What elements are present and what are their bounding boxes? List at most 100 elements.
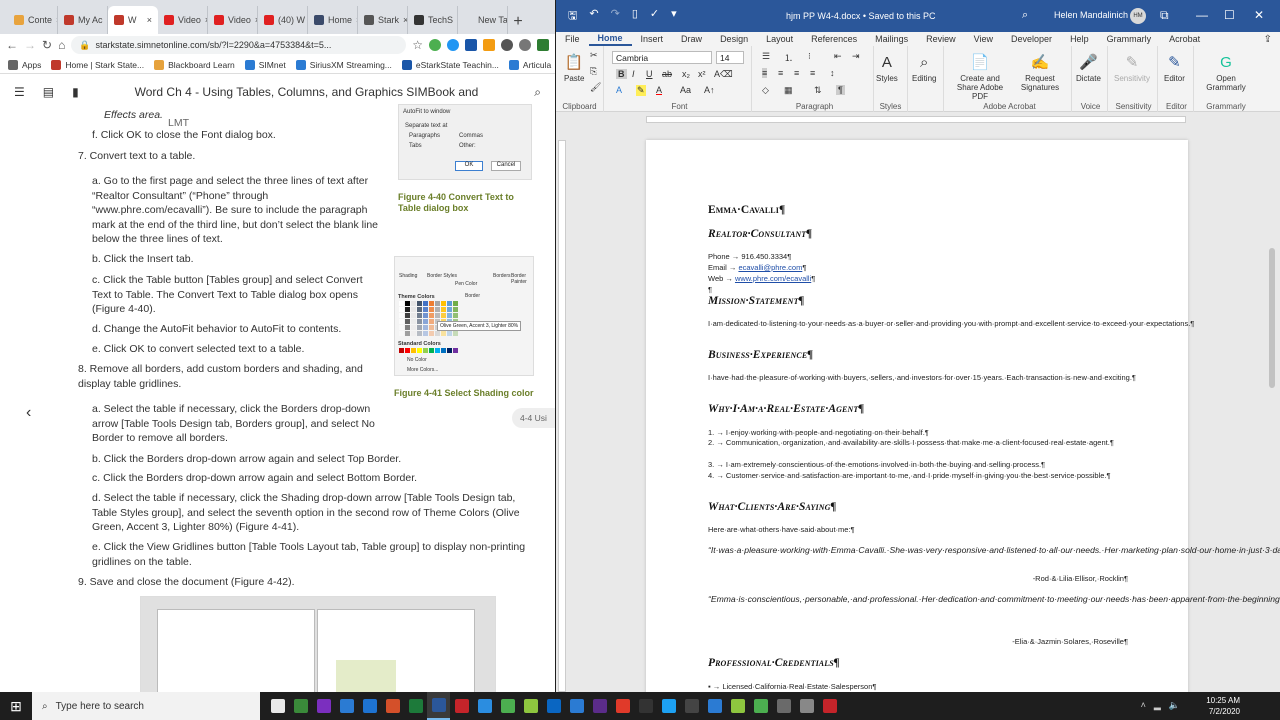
reload-icon[interactable]: ↻ [42,38,52,52]
increase-indent-icon[interactable]: ⇥ [852,51,860,62]
decrease-indent-icon[interactable]: ⇤ [834,51,842,62]
browser-tab[interactable]: Video× [208,6,258,34]
close-tab-icon[interactable]: × [147,15,152,25]
side-note-tab[interactable]: 4-4 Usi [512,408,555,428]
new-doc-icon[interactable]: ▯ [632,7,638,26]
ribbon-tab-developer[interactable]: Developer [1002,32,1061,46]
ribbon-tab-home[interactable]: Home [588,32,632,46]
save-icon[interactable]: 🖫 [568,7,577,26]
ribbon-tab-draw[interactable]: Draw [672,32,711,46]
underline-button[interactable]: U [646,69,653,79]
previous-page-arrow[interactable]: ‹ [26,404,31,422]
italic-button[interactable]: I [632,69,635,79]
taskbar-app-icon[interactable] [404,692,427,720]
search-icon[interactable]: ⌕ [1022,9,1028,22]
taskbar-app-icon[interactable] [496,692,519,720]
text-effects-icon[interactable]: A [616,85,622,95]
scrollbar-thumb[interactable] [1269,248,1275,388]
taskbar-app-icon[interactable] [680,692,703,720]
superscript-button[interactable]: x² [698,69,706,79]
extension-icon[interactable] [519,39,531,51]
browser-tab[interactable]: My Ac× [58,6,108,34]
windows-start-icon[interactable]: ⊞ [0,692,32,720]
highlight-icon[interactable]: ✎ [636,85,646,96]
taskbar-app-icon[interactable] [335,692,358,720]
line-spacing-icon[interactable]: ↕ [830,68,835,78]
request-signatures-button[interactable]: ✍ Request Signatures [1012,52,1068,93]
taskbar-app-icon[interactable] [427,692,450,720]
web-link[interactable]: www.phre.com/ecavalli [735,274,811,283]
create-share-pdf-button[interactable]: 📄 Create and Share Adobe PDF [950,52,1010,102]
taskbar-app-icon[interactable] [450,692,473,720]
ribbon-display-icon[interactable]: ⧉ [1160,8,1169,23]
new-tab-icon[interactable]: + [508,10,528,34]
ribbon-tab-layout[interactable]: Layout [757,32,802,46]
open-grammarly-button[interactable]: G Open Grammarly [1200,52,1252,93]
customize-icon[interactable]: ▾ [671,7,677,26]
grow-font-icon[interactable]: A↑ [704,85,715,95]
taskbar-app-icon[interactable] [266,692,289,720]
align-left-icon[interactable]: ≡ [762,68,768,78]
align-center-icon[interactable]: ≡ [778,68,783,78]
taskbar-app-icon[interactable] [634,692,657,720]
star-icon[interactable]: ☆ [412,38,423,52]
editor-button[interactable]: ✎ Editor [1164,52,1185,84]
extension-icon[interactable] [501,39,513,51]
ruler-scale[interactable] [646,116,1186,123]
taskbar-app-icon[interactable] [772,692,795,720]
ribbon-tab-review[interactable]: Review [917,32,965,46]
multilevel-list-icon[interactable]: ⁝ [808,51,811,62]
close-icon[interactable]: ✕ [1254,8,1264,22]
styles-button[interactable]: A Styles [876,52,898,84]
sort-icon[interactable]: ⇅ [814,85,822,96]
browser-tab[interactable]: Video× [158,6,208,34]
browser-tab[interactable]: (40) W× [258,6,308,34]
menu-icon[interactable]: ☰ [14,85,25,99]
minimize-icon[interactable]: — [1196,8,1208,22]
taskbar-app-icon[interactable] [795,692,818,720]
address-bar[interactable]: 🔒 starkstate.simnetonline.com/sb/?l=2290… [71,36,407,54]
cut-icon[interactable]: ✂ [590,50,598,61]
strikethrough-button[interactable]: ab [662,69,672,79]
change-case-icon[interactable]: Aa [680,85,691,95]
maximize-icon[interactable]: ☐ [1224,8,1235,22]
taskbar-app-icon[interactable] [473,692,496,720]
taskbar-app-icon[interactable] [381,692,404,720]
numbering-icon[interactable]: ⒈ [784,51,793,64]
browser-tab[interactable]: Home× [308,6,358,34]
vertical-scrollbar[interactable] [1269,128,1277,688]
paste-button[interactable]: 📋 Paste [564,52,584,84]
ribbon-tab-mailings[interactable]: Mailings [866,32,917,46]
taskbar-search[interactable]: ⌕ Type here to search [32,692,260,720]
extension-icon[interactable] [447,39,459,51]
redo-icon[interactable]: ↷ [611,7,620,26]
taskbar-app-icon[interactable] [611,692,634,720]
browser-tab[interactable]: W × [108,6,158,34]
taskbar-app-icon[interactable] [289,692,312,720]
ribbon-tab-view[interactable]: View [965,32,1002,46]
bookmark-item[interactable]: Home | Stark State... [51,59,144,70]
chevron-up-icon[interactable]: ˄ [1141,700,1146,711]
share-icon[interactable]: ⇪ [1264,34,1272,45]
taskbar-app-icon[interactable] [703,692,726,720]
network-icon[interactable]: ▂ [1154,700,1161,711]
home-icon[interactable]: ⌂ [58,38,65,52]
bookmark-icon[interactable]: ▮ [72,85,79,99]
bookmark-item[interactable]: Blackboard Learn [154,59,235,70]
ribbon-tab-acrobat[interactable]: Acrobat [1160,32,1209,46]
dictate-button[interactable]: 🎤 Dictate [1076,52,1101,84]
font-color-icon[interactable]: A [656,85,662,95]
align-right-icon[interactable]: ≡ [794,68,799,78]
sensitivity-button[interactable]: ✎ Sensitivity [1114,52,1150,84]
justify-icon[interactable]: ≡ [810,68,815,78]
ribbon-tab-help[interactable]: Help [1061,32,1098,46]
editing-button[interactable]: ⌕ Editing [912,52,936,84]
taskbar-app-icon[interactable] [588,692,611,720]
rss-icon[interactable] [483,39,495,51]
bookmark-item[interactable]: Apps [8,59,41,70]
taskbar-app-icon[interactable] [312,692,335,720]
taskbar-app-icon[interactable] [519,692,542,720]
bookmark-item[interactable]: eStarkState Teachin... [401,59,499,70]
ribbon-tab-design[interactable]: Design [711,32,757,46]
browser-tab[interactable]: TechS× [408,6,458,34]
